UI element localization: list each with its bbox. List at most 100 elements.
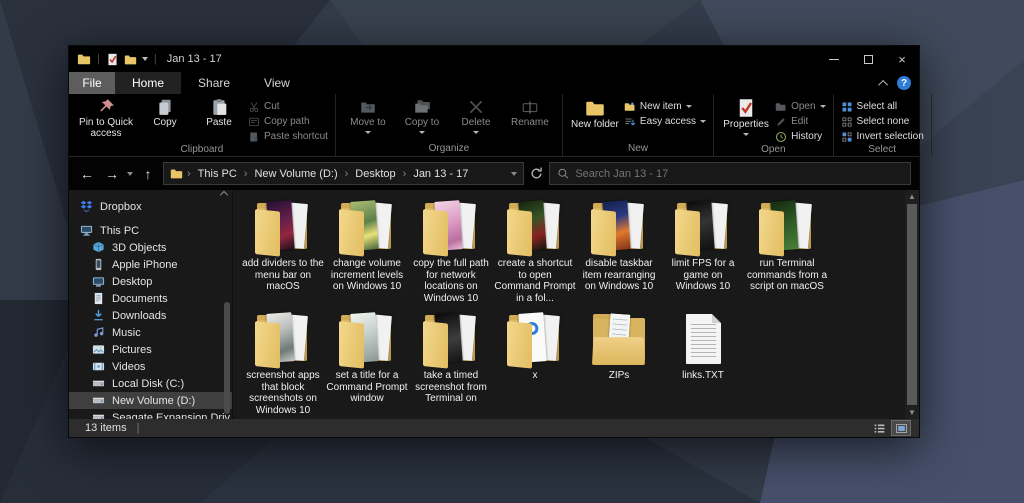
file-item-disable-taskbar-item-rearranging-on-windows-10[interactable]: disable taskbar item rearranging on Wind… (577, 198, 661, 304)
folder-preview-icon (589, 198, 649, 257)
dropdown-arrow-icon (819, 105, 826, 108)
sidebar-item-label: Pictures (112, 343, 152, 356)
maximize-button[interactable] (851, 46, 885, 72)
copy-path-button[interactable]: Copy path (248, 114, 328, 129)
select-none-button[interactable]: Select none (841, 114, 924, 129)
file-item-label: screenshot apps that block screenshots o… (246, 370, 320, 416)
properties-icon[interactable] (106, 53, 119, 66)
copy-button[interactable]: Copy (140, 97, 190, 129)
help-icon[interactable]: ? (897, 76, 911, 90)
details-view-button[interactable] (869, 420, 889, 436)
file-item-copy-the-full-path-for-network-locations-on-windows-10[interactable]: copy the full path for network locations… (409, 198, 493, 304)
ribbon: Pin to Quick access Copy Paste Cut Copy … (69, 94, 932, 157)
file-item-screenshot-apps-that-block-screenshots-on-windows-10[interactable]: screenshot apps that block screenshots o… (241, 310, 325, 416)
new-item-button[interactable]: New item (624, 99, 706, 114)
sidebar-item-label: Apple iPhone (112, 258, 178, 271)
sidebar-item-downloads[interactable]: Downloads (69, 307, 232, 324)
breadcrumb-segment-jan-13-17[interactable]: Jan 13 - 17 (413, 168, 468, 180)
sidebar-item-pictures[interactable]: Pictures (69, 341, 232, 358)
sidebar-item-desktop[interactable]: Desktop (69, 273, 232, 290)
file-item-add-dividers-to-the-menu-bar-on-macos[interactable]: add dividers to the menu bar on macOS (241, 198, 325, 304)
file-item-take-a-timed-screenshot-from-terminal-on[interactable]: take a timed screenshot from Terminal on (409, 310, 493, 416)
cut-button[interactable]: Cut (248, 99, 328, 114)
sidebar-item-apple-iphone[interactable]: Apple iPhone (69, 256, 232, 273)
breadcrumb-segment-this-pc[interactable]: This PC (198, 168, 237, 180)
sidebar-item-videos[interactable]: Videos (69, 358, 232, 375)
edit-button[interactable]: Edit (775, 114, 825, 129)
sidebar-item-label: Documents (112, 292, 168, 305)
tab-view[interactable]: View (247, 72, 307, 94)
history-button[interactable]: History (775, 129, 825, 144)
close-button[interactable]: × (885, 46, 919, 72)
copy-to-button[interactable]: Copy to (397, 97, 447, 134)
paste-button[interactable]: Paste (194, 97, 244, 129)
open-button[interactable]: Open (775, 99, 826, 114)
scroll-up-icon[interactable]: ▲ (908, 190, 916, 203)
sidebar-item-documents[interactable]: Documents (69, 290, 232, 307)
sidebar-item-3d-objects[interactable]: 3D Objects (69, 239, 232, 256)
sidebar-item-label: Downloads (112, 309, 167, 322)
breadcrumb-separator-icon: › (243, 167, 248, 180)
forward-button[interactable]: → (102, 166, 122, 182)
sidebar-scrollbar[interactable] (224, 302, 230, 414)
group-label-select: Select (868, 144, 897, 155)
tab-share[interactable]: Share (181, 72, 247, 94)
sidebar-item-seagate-expansion-driv[interactable]: Seagate Expansion Driv (69, 409, 232, 419)
folder-preview-icon (337, 310, 397, 369)
file-list-area[interactable]: add dividers to the menu bar on macOS cha… (233, 190, 919, 419)
delete-button[interactable]: Delete (451, 97, 501, 134)
address-bar[interactable]: › This PC › New Volume (D:) › Desktop › Jan 13 … (163, 162, 524, 185)
file-item-limit-fps-for-a-game-on-windows-10[interactable]: limit FPS for a game on Windows 10 (661, 198, 745, 304)
thumbnail-view-button[interactable] (891, 420, 911, 436)
file-item-links-txt[interactable]: links.TXT (661, 310, 745, 416)
dropdown-arrow-icon (472, 130, 479, 134)
sidebar-item-music[interactable]: Music (69, 324, 232, 341)
folder-preview-icon (505, 198, 565, 257)
invert-selection-button[interactable]: Invert selection (841, 129, 924, 144)
file-item-label: create a shortcut to open Command Prompt… (494, 258, 576, 304)
customize-toolbar-arrow-icon[interactable] (141, 57, 148, 61)
breadcrumb-segment-new-volume-d[interactable]: New Volume (D:) (254, 168, 337, 180)
navigation-pane: Dropbox This PC 3D Objects Apple iPhone Desk… (69, 190, 233, 419)
address-dropdown-arrow-icon[interactable] (511, 171, 517, 176)
sidebar-item-local-disk-c[interactable]: Local Disk (C:) (69, 375, 232, 392)
sidebar-item-this-pc[interactable]: This PC (69, 222, 232, 239)
sidebar-item-label: Videos (112, 360, 146, 373)
file-item-create-a-shortcut-to-open-command-prompt-in-a-fol[interactable]: create a shortcut to open Command Prompt… (493, 198, 577, 304)
scrollbar-thumb[interactable] (907, 204, 917, 405)
new-folder-button[interactable]: New folder (570, 97, 620, 131)
recent-locations-arrow-icon[interactable] (127, 171, 133, 176)
file-item-zips[interactable]: ZIPs (577, 310, 661, 416)
file-item-set-a-title-for-a-command-prompt-window[interactable]: set a title for a Command Prompt window (325, 310, 409, 416)
easy-access-button[interactable]: Easy access (624, 114, 707, 129)
search-input[interactable] (575, 167, 903, 180)
pin-to-quick-access-button[interactable]: Pin to Quick access (76, 97, 136, 139)
file-item-run-terminal-commands-from-a-script-on-macos[interactable]: run Terminal commands from a script on m… (745, 198, 829, 304)
properties-button[interactable]: Properties (721, 97, 771, 136)
rename-button[interactable]: Rename (505, 97, 555, 129)
content-scrollbar[interactable]: ▲ ▼ (905, 190, 919, 419)
file-item-x[interactable]: x (493, 310, 577, 416)
tab-home[interactable]: Home (115, 72, 182, 94)
breadcrumb-segment-desktop[interactable]: Desktop (355, 168, 395, 180)
paste-shortcut-button[interactable]: Paste shortcut (248, 129, 328, 144)
refresh-icon[interactable] (529, 166, 544, 181)
titlebar[interactable]: | | Jan 13 - 17 × (69, 46, 919, 72)
scroll-down-icon[interactable]: ▼ (908, 406, 916, 419)
document-icon (92, 292, 105, 305)
move-to-button[interactable]: Move to (343, 97, 393, 134)
back-button[interactable]: ← (77, 166, 97, 182)
select-all-button[interactable]: Select all (841, 99, 924, 114)
window-title: Jan 13 - 17 (166, 53, 222, 65)
sidebar-item-new-volume-d[interactable]: New Volume (D:) (69, 392, 232, 409)
music-icon (92, 326, 105, 339)
up-button[interactable]: ↑ (138, 166, 158, 182)
search-box[interactable] (549, 162, 911, 185)
minimize-button[interactable] (817, 46, 851, 72)
file-item-change-volume-increment-levels-on-windows-10[interactable]: change volume increment levels on Window… (325, 198, 409, 304)
new-folder-icon[interactable] (124, 53, 137, 66)
tab-file[interactable]: File (69, 72, 115, 94)
sidebar-item-dropbox[interactable]: Dropbox (69, 198, 232, 215)
group-label-organize: Organize (428, 143, 470, 154)
minimize-ribbon-icon[interactable] (878, 79, 889, 90)
